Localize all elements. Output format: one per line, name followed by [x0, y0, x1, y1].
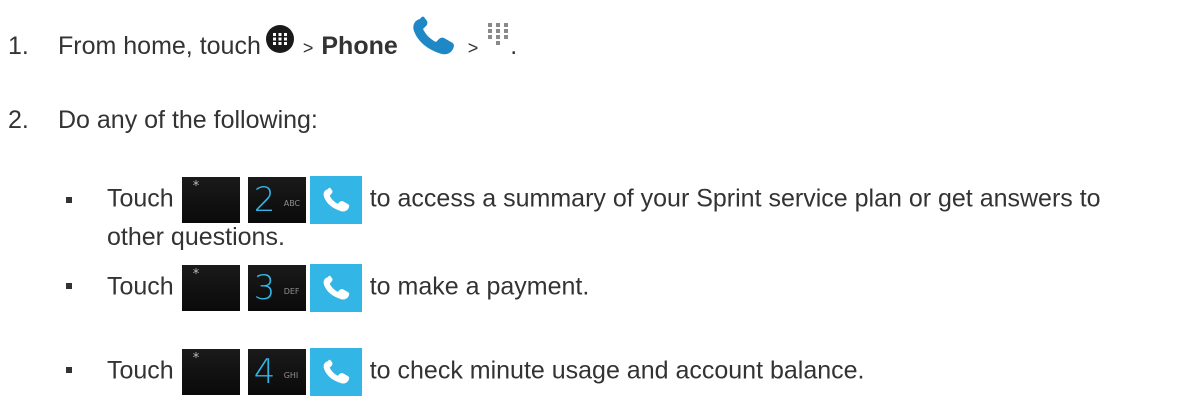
bullet-marker — [66, 367, 72, 373]
phone-icon — [413, 16, 454, 55]
step-text: Do any of the following: — [58, 106, 318, 134]
digit-key-icon: 4 GHI — [247, 349, 306, 395]
call-icon — [309, 348, 362, 396]
key-digit: 2 — [253, 180, 276, 220]
key-letters: DEF — [283, 287, 300, 296]
call-icon — [309, 264, 362, 312]
star-key-icon: * — [181, 265, 240, 311]
digit-key-icon: 2 ABC — [247, 177, 306, 223]
key-letters: GHI — [283, 371, 299, 380]
bullet-line: Touch * 4 GHI to check minute usage and acco… — [107, 348, 865, 396]
digit-key-icon: 3 DEF — [247, 265, 306, 311]
touch-label: Touch — [107, 272, 174, 301]
key-symbol: * — [192, 179, 200, 194]
phone-app-label: Phone — [321, 32, 398, 60]
bullet-line: Touch * 2 ABC to access a summary of your Sp… — [107, 176, 1101, 224]
star-key-icon: * — [181, 177, 240, 223]
bullet-description: to check minute usage and account balanc… — [369, 356, 865, 385]
bullet-marker — [66, 283, 72, 289]
step-text: From home, touch — [58, 32, 261, 60]
trailing-period: . — [510, 32, 518, 60]
key-letters: ABC — [283, 199, 301, 208]
step-1-content: From home, touch > Phone > . — [58, 16, 518, 64]
touch-label: Touch — [107, 356, 174, 385]
bullet-description: to access a summary of your Sprint servi… — [369, 184, 1101, 213]
bullet-description: to make a payment. — [369, 272, 590, 301]
key-symbol: * — [192, 351, 200, 366]
page: { "steps": [ { "number": "1.", "text_bef… — [0, 0, 1182, 404]
bullet-line: Touch * 3 DEF to make a payment. — [107, 264, 589, 312]
key-digit: 3 — [253, 268, 276, 308]
touch-label: Touch — [107, 184, 174, 213]
key-digit: 4 — [253, 352, 276, 392]
key-symbol: * — [192, 267, 200, 282]
star-key-icon: * — [181, 349, 240, 395]
step-number: 2. — [8, 106, 29, 134]
dialpad-icon — [488, 23, 509, 46]
separator: > — [302, 38, 314, 58]
separator: > — [467, 38, 479, 58]
step-number: 1. — [8, 32, 29, 60]
apps-icon — [265, 25, 294, 54]
call-icon — [309, 176, 362, 224]
bullet-marker — [66, 197, 72, 203]
bullet-line-continued: other questions. — [107, 223, 285, 251]
